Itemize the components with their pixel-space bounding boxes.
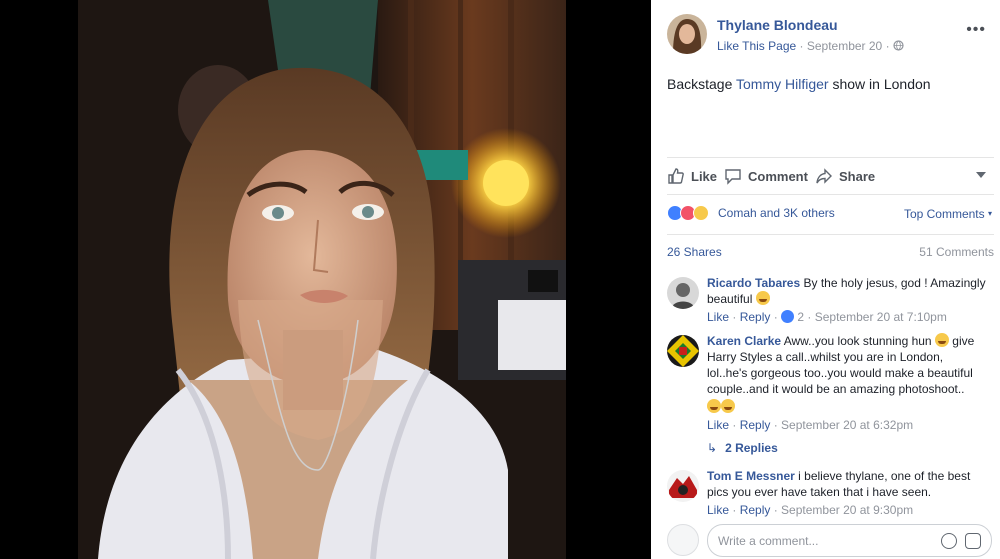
- page-name[interactable]: Thylane Blondeau: [717, 17, 838, 33]
- comment-footer: Like · Reply · September 20 at 6:32pm: [707, 418, 914, 432]
- globe-icon: [893, 39, 904, 53]
- post-text-after: show in London: [828, 76, 931, 92]
- comment-time[interactable]: September 20 at 9:30pm: [781, 503, 913, 517]
- comment-icon: [725, 169, 741, 185]
- comment-button[interactable]: Comment: [724, 167, 808, 185]
- reactions-summary[interactable]: Comah and 3K others: [718, 206, 835, 220]
- chevron-down-icon[interactable]: [976, 172, 986, 178]
- post-text: Backstage Tommy Hilfiger show in London: [667, 76, 931, 92]
- comment-author[interactable]: Tom E Messner: [707, 469, 795, 483]
- shares-count[interactable]: 26 Shares: [667, 245, 722, 259]
- post-text-before: Backstage: [667, 76, 737, 92]
- wow-reaction-icon[interactable]: [693, 205, 709, 221]
- like-count-icon: [781, 310, 795, 323]
- more-icon[interactable]: •••: [966, 22, 986, 38]
- post-date[interactable]: September 20: [807, 39, 882, 53]
- action-bar: Like Comment Share: [667, 157, 994, 195]
- post-photo[interactable]: [78, 0, 566, 559]
- replies-label: 2 Replies: [725, 441, 778, 455]
- share-label: Share: [839, 168, 876, 184]
- stats-row: 26 Shares 51 Comments: [667, 234, 994, 268]
- reply-arrow-icon: ↳: [707, 441, 718, 455]
- caret-icon: ▾: [987, 209, 992, 218]
- comment-like-link[interactable]: Like: [707, 418, 729, 432]
- comment-time[interactable]: September 20 at 6:32pm: [781, 418, 913, 432]
- share-button[interactable]: Share: [815, 167, 875, 185]
- reactions-row: Comah and 3K others Top Comments ▾: [667, 204, 994, 226]
- comment-footer: Like · Reply · 2 · September 20 at 7:10p…: [707, 310, 947, 324]
- grin-emoji-icon: [934, 333, 949, 347]
- top-comments-dropdown[interactable]: Top Comments ▾: [904, 207, 992, 221]
- heart-eyes-emoji-icon: [755, 291, 770, 305]
- comment-author[interactable]: Karen Clarke: [707, 334, 781, 348]
- comment-body: Tom E Messner i believe thylane, one of …: [707, 468, 986, 518]
- comment-author[interactable]: Ricardo Tabares: [707, 276, 800, 290]
- comment-body: Karen Clarke Aww..you look stunning hun …: [707, 333, 986, 433]
- like-icon: [668, 168, 684, 184]
- user-avatar: [667, 524, 699, 556]
- comment-reply-link[interactable]: Reply: [740, 418, 771, 432]
- post-header: Thylane Blondeau Like This Page · Septem…: [667, 14, 990, 60]
- comment-reply-link[interactable]: Reply: [740, 503, 771, 517]
- comment-input[interactable]: Write a comment...: [707, 524, 992, 557]
- comment-like-link[interactable]: Like: [707, 503, 729, 517]
- comment-footer: Like · Reply · September 20 at 9:30pm: [707, 503, 914, 517]
- comment-text: Aww..you look stunning hun: [783, 334, 932, 348]
- comment-reply-link[interactable]: Reply: [740, 310, 771, 324]
- comment-composer: Write a comment...: [667, 522, 994, 557]
- meta-separator-2: ·: [882, 39, 893, 53]
- emoji-row: [707, 399, 986, 415]
- comment-item: Ricardo Tabares By the holy jesus, god !…: [667, 275, 990, 330]
- grin-emoji-icon: [721, 399, 735, 413]
- comment-body: Ricardo Tabares By the holy jesus, god !…: [707, 275, 986, 325]
- comments-count[interactable]: 51 Comments: [919, 245, 994, 259]
- comment-like-link[interactable]: Like: [707, 310, 729, 324]
- commenter-avatar[interactable]: [667, 335, 699, 367]
- view-replies-link[interactable]: ↳ 2 Replies: [707, 441, 778, 455]
- page-avatar[interactable]: [667, 14, 707, 54]
- comment-like-count[interactable]: 2: [797, 310, 804, 324]
- comment-placeholder: Write a comment...: [718, 534, 819, 548]
- comment-time[interactable]: September 20 at 7:10pm: [815, 310, 947, 324]
- comment-item: Tom E Messner i believe thylane, one of …: [667, 468, 990, 518]
- emoji-icon[interactable]: [941, 533, 957, 549]
- photo-viewer: Thylane Blondeau Like This Page · Septem…: [0, 0, 1000, 559]
- like-page-link[interactable]: Like This Page: [717, 39, 796, 53]
- comment-item: Karen Clarke Aww..you look stunning hun …: [667, 333, 990, 433]
- top-comments-label: Top Comments: [903, 207, 985, 221]
- photo-stage: [0, 0, 651, 559]
- post-panel: Thylane Blondeau Like This Page · Septem…: [651, 0, 1000, 559]
- meta-separator: ·: [796, 39, 807, 53]
- share-icon: [816, 168, 832, 184]
- comment-label: Comment: [748, 168, 808, 184]
- sticker-icon[interactable]: [965, 533, 981, 549]
- post-meta: Like This Page · September 20 ·: [717, 39, 904, 53]
- like-label: Like: [691, 168, 718, 184]
- like-button[interactable]: Like: [667, 167, 717, 185]
- commenter-avatar[interactable]: [667, 470, 699, 502]
- grin-emoji-icon: [707, 399, 721, 413]
- mention-link[interactable]: Tommy Hilfiger: [736, 76, 829, 92]
- commenter-avatar[interactable]: [667, 277, 699, 309]
